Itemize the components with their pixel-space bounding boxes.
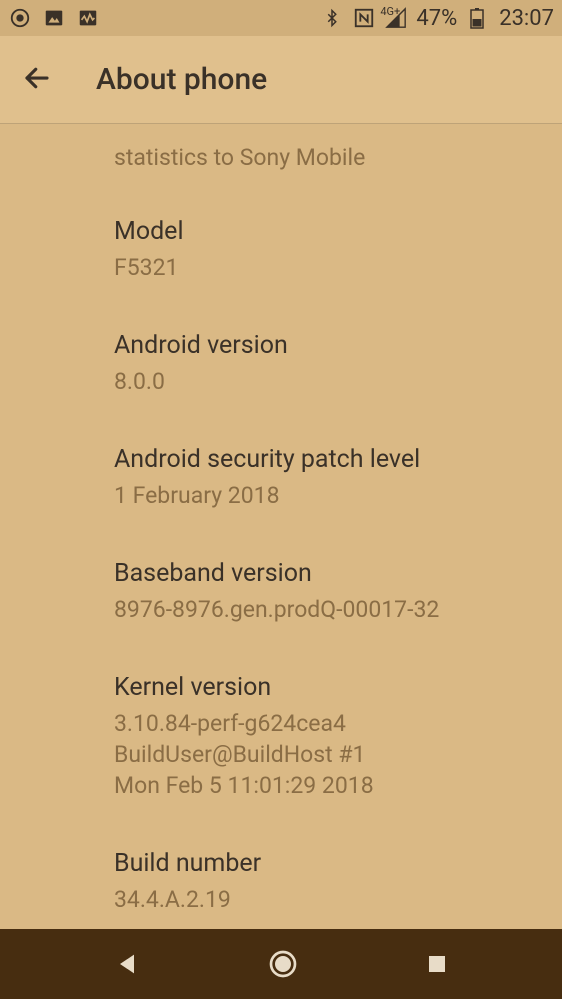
status-right-group: 4G+ 47% 23:07 [320,6,554,31]
list-item-title: Build number [114,849,448,878]
list-item-value: 1 February 2018 [114,480,448,511]
app-bar: About phone [0,36,562,124]
list-item-title: Kernel version [114,673,448,702]
content-scroll[interactable]: statistics to Sony Mobile Model F5321 An… [0,124,562,929]
nav-recent-icon[interactable] [425,952,449,976]
nav-home-icon[interactable] [267,948,299,980]
list-item-partial[interactable]: statistics to Sony Mobile [114,124,448,193]
list-item-title: Android version [114,331,448,360]
list-item-title: Android security patch level [114,445,448,474]
activity-icon [76,6,100,30]
back-arrow-icon[interactable] [22,63,52,97]
list-item-title: Baseband version [114,559,448,588]
list-item-title: Model [114,217,448,246]
list-item-value: 34.4.A.2.19 [114,884,448,915]
list-item-security-patch[interactable]: Android security patch level 1 February … [114,421,448,535]
list-item-value: F5321 [114,252,448,283]
list-item-build-number[interactable]: Build number 34.4.A.2.19 [114,825,448,929]
battery-icon [465,6,489,30]
list-item-value: 3.10.84-perf-g624cea4 BuildUser@BuildHos… [114,708,448,801]
image-icon [42,6,66,30]
list-item-model[interactable]: Model F5321 [114,193,448,307]
nfc-icon [352,6,376,30]
nav-back-icon[interactable] [113,950,141,978]
list-item-baseband[interactable]: Baseband version 8976-8976.gen.prodQ-000… [114,535,448,649]
page-title: About phone [96,62,267,97]
status-bar: 4G+ 47% 23:07 [0,0,562,36]
navigation-bar [0,929,562,999]
list-item-kernel[interactable]: Kernel version 3.10.84-perf-g624cea4 Bui… [114,649,448,825]
list-item-android-version[interactable]: Android version 8.0.0 [114,307,448,421]
network-label: 4G+ [380,5,400,18]
status-left-group [8,6,100,30]
list-item-value: 8.0.0 [114,366,448,397]
clock: 23:07 [499,6,554,31]
bluetooth-icon [320,6,344,30]
list-item-value: 8976-8976.gen.prodQ-00017-32 [114,594,448,625]
signal-icon: 4G+ [384,7,408,29]
circle-icon [8,6,32,30]
list-item-subtitle: statistics to Sony Mobile [114,142,448,173]
battery-percent: 47% [416,6,457,31]
